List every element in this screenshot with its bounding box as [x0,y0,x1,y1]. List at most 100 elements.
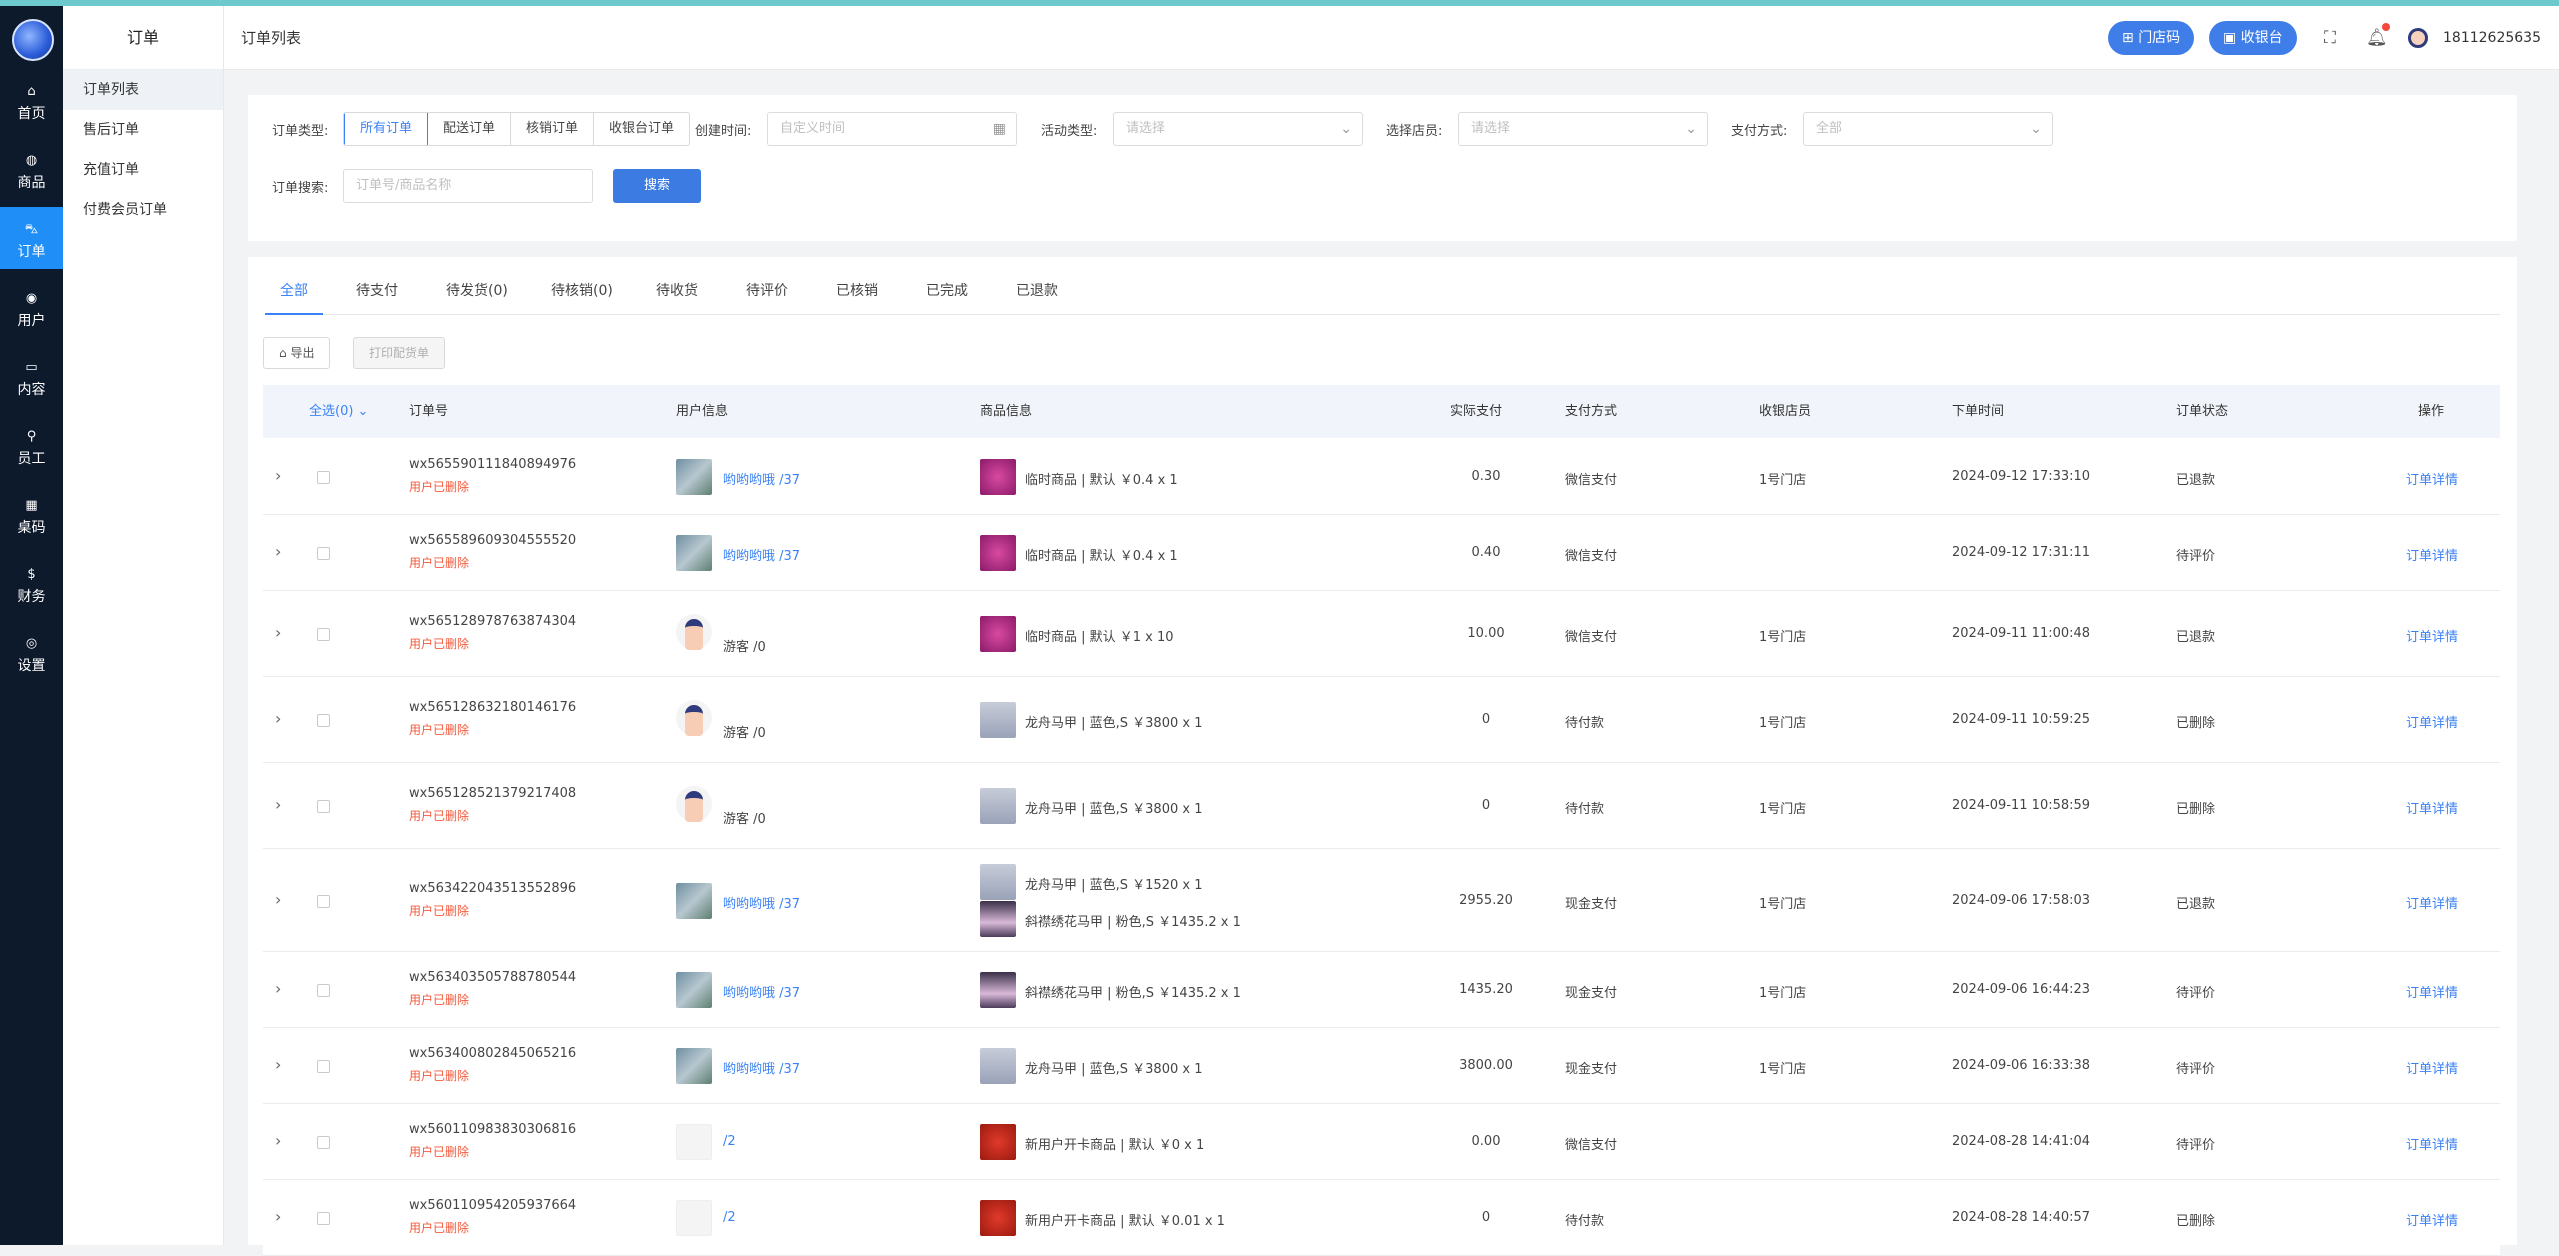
store-code-button[interactable]: ⊞ 门店码 [2108,21,2195,55]
nav-item-staff[interactable]: ⚲ 员工 [0,414,63,476]
submenu-item-recharge[interactable]: 充值订单 [63,150,223,190]
order-detail-link[interactable]: 订单详情 [2406,1134,2458,1153]
nav-item-content[interactable]: ▭ 内容 [0,345,63,407]
col-operation: 操作 [2418,404,2445,419]
nav-item-table-code[interactable]: ▦ 桌码 [0,483,63,545]
goods-line: 临时商品 | 默认 ￥0.4 x 1 [1025,549,1178,564]
user-phone[interactable]: 18112625635 [2443,6,2541,70]
user-avatar[interactable] [2408,28,2428,48]
goods-line: 斜襟绣花马甲 | 粉色,S ￥1435.2 x 1 [1025,914,1241,930]
tab-3[interactable]: 待核销(0) [551,280,613,300]
user-deleted-tag: 用户已删除 [409,480,470,494]
user-name[interactable]: 哟哟哟哦 /37 [723,982,800,1001]
submenu-item-order-list[interactable]: 订单列表 [63,70,223,110]
user-name[interactable]: /2 [723,1210,736,1225]
submenu-item-member[interactable]: 付费会员订单 [63,190,223,230]
order-number: wx563403505788780544 [409,970,577,985]
table-row: › wx565128632180146176 用户已删除 游客 /0 龙舟马甲 … [263,677,2500,763]
order-type-all[interactable]: 所有订单 [344,113,429,145]
order-type-delivery[interactable]: 配送订单 [428,113,512,145]
expand-chevron-icon[interactable]: › [275,1131,281,1150]
order-status: 待评价 [2176,986,2216,1001]
order-detail-link[interactable]: 订单详情 [2406,1058,2458,1077]
nav-item-home[interactable]: ⌂ 首页 [0,69,63,131]
user-name[interactable]: 哟哟哟哦 /37 [723,1058,800,1077]
table-row: › wx565128978763874304 用户已删除 游客 /0 临时商品 … [263,591,2500,677]
expand-chevron-icon[interactable]: › [275,623,281,642]
print-picking-button[interactable]: 打印配货单 [353,337,446,369]
paid-amount: 0.00 [1471,1134,1501,1149]
bell-icon[interactable]: 🔔︎ [2366,28,2388,48]
expand-chevron-icon[interactable]: › [275,890,281,909]
expand-chevron-icon[interactable]: › [275,709,281,728]
order-number: wx565128521379217408 [409,786,577,801]
clerk-store: 1号门店 [1759,986,1807,1001]
row-checkbox[interactable] [317,1212,330,1225]
expand-chevron-icon[interactable]: › [275,795,281,814]
cart-icon: ⛍ [24,222,39,237]
order-detail-link[interactable]: 订单详情 [2406,982,2458,1001]
row-checkbox[interactable] [317,714,330,727]
expand-chevron-icon[interactable]: › [275,466,281,485]
search-button[interactable]: 搜索 [613,169,701,203]
nav-item-shop[interactable]: ◍ 商品 [0,138,63,200]
order-detail-link[interactable]: 订单详情 [2406,469,2458,488]
row-checkbox[interactable] [317,800,330,813]
tab-1[interactable]: 待支付 [356,280,398,300]
user-name[interactable]: 哟哟哟哦 /37 [723,469,800,488]
clerk-select[interactable]: 请选择 ⌄ [1458,112,1708,146]
expand-chevron-icon[interactable]: › [275,1207,281,1226]
row-checkbox[interactable] [317,1136,330,1149]
nav-item-cart[interactable]: ⛍ 订单 [0,207,63,269]
tab-5[interactable]: 待评价 [746,280,788,300]
export-button[interactable]: ⌂ 导出 [263,337,331,369]
order-detail-link[interactable]: 订单详情 [2406,712,2458,731]
submenu-panel: 订单 订单列表 售后订单 充值订单 付费会员订单 [63,6,224,1245]
order-search-input[interactable]: 订单号/商品名称 [343,169,593,203]
user-deleted-tag: 用户已删除 [409,809,470,823]
user-name[interactable]: /2 [723,1134,736,1149]
pay-method-select[interactable]: 全部 ⌄ [1803,112,2053,146]
tab-7[interactable]: 已完成 [926,280,968,300]
guest-avatar [676,614,712,650]
row-checkbox[interactable] [317,1060,330,1073]
nav-label: 用户 [17,313,46,329]
order-type-cashier[interactable]: 收银台订单 [594,113,689,145]
row-checkbox[interactable] [317,984,330,997]
order-detail-link[interactable]: 订单详情 [2406,798,2458,817]
fullscreen-icon[interactable]: ⛶ [2324,28,2336,48]
tab-4[interactable]: 待收货 [656,280,698,300]
nav-item-settings[interactable]: ◎ 设置 [0,621,63,683]
register-icon: ▣ [2223,30,2241,46]
created-time-picker[interactable]: 自定义时间 ▦ [767,112,1017,146]
nav-item-dollar[interactable]: $ 财务 [0,552,63,614]
expand-chevron-icon[interactable]: › [275,542,281,561]
order-detail-link[interactable]: 订单详情 [2406,893,2458,912]
cashier-button[interactable]: ▣ 收银台 [2209,21,2297,55]
submenu-item-after-sale[interactable]: 售后订单 [63,110,223,150]
select-all-toggle[interactable]: 全选(0) ⌄ [309,385,368,438]
paid-amount: 10.00 [1467,626,1505,641]
tab-0[interactable]: 全部 [280,280,308,300]
expand-chevron-icon[interactable]: › [275,1055,281,1074]
order-detail-link[interactable]: 订单详情 [2406,626,2458,645]
row-checkbox[interactable] [317,894,330,908]
tab-8[interactable]: 已退款 [1016,280,1058,300]
row-checkbox[interactable] [317,471,330,484]
clerk-store: 1号门店 [1759,716,1807,731]
row-checkbox[interactable] [317,628,330,641]
expand-chevron-icon[interactable]: › [275,979,281,998]
nav-item-users[interactable]: ◉ 用户 [0,276,63,338]
pay-method: 现金支付 [1565,896,1618,912]
tab-6[interactable]: 已核销 [836,280,878,300]
col-goods-info: 商品信息 [980,404,1033,419]
user-name[interactable]: 哟哟哟哦 /37 [723,545,800,564]
order-detail-link[interactable]: 订单详情 [2406,545,2458,564]
activity-type-select[interactable]: 请选择 ⌄ [1113,112,1363,146]
order-detail-link[interactable]: 订单详情 [2406,1210,2458,1229]
col-order-time: 下单时间 [1952,404,2005,419]
user-name[interactable]: 哟哟哟哦 /37 [723,893,800,912]
order-type-verify[interactable]: 核销订单 [511,113,595,145]
tab-2[interactable]: 待发货(0) [446,280,508,300]
row-checkbox[interactable] [317,547,330,560]
